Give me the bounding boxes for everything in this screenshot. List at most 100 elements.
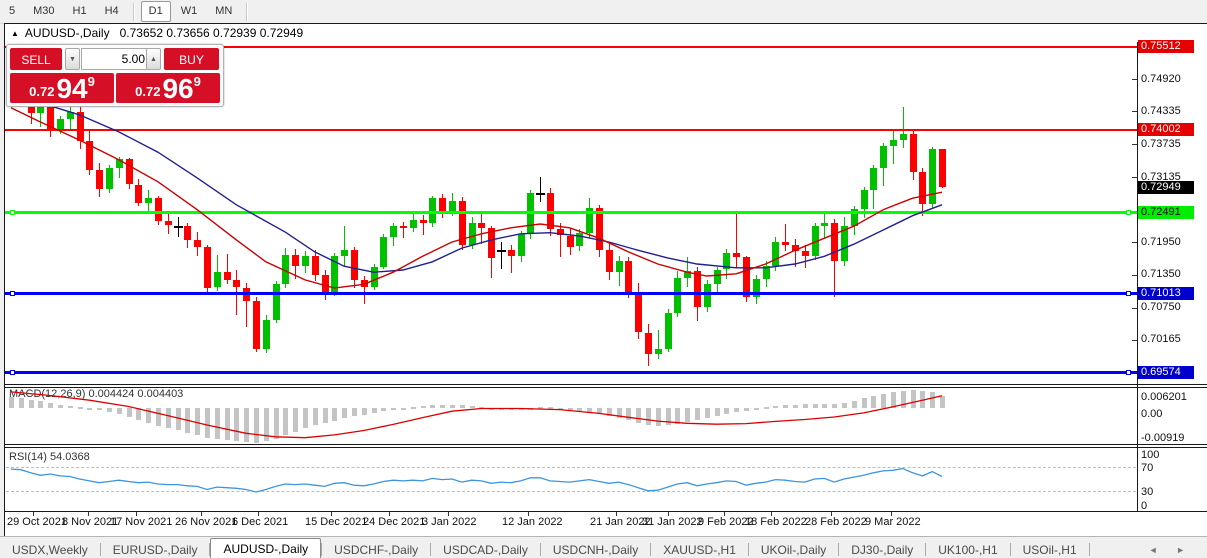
chart-tab-ukoil-daily[interactable]: UKOil-,Daily [749,542,838,558]
chart-tab-usdcad-daily[interactable]: USDCAD-,Daily [431,542,540,558]
macd-histogram-bar [274,408,279,439]
chart-tab-uk100-h1[interactable]: UK100-,H1 [926,542,1009,558]
line-handle[interactable] [10,210,15,215]
timeframe-button-5[interactable]: 5 [1,1,23,22]
macd-axis-label: -0.00919 [1141,432,1184,444]
chart-tab-eurusd-daily[interactable]: EURUSD-,Daily [101,542,210,558]
tab-separator [1089,543,1090,556]
line-handle[interactable] [1126,210,1131,215]
macd-histogram-bar [489,408,494,410]
candle-body [233,280,240,287]
chart-tab-audusd-daily[interactable]: AUDUSD-,Daily [210,538,321,558]
macd-axis-label: 0.006201 [1141,391,1187,403]
buy-price-pipette: 9 [194,74,201,89]
pane-separator[interactable] [4,384,1207,385]
chart-tab-xauusd-h1[interactable]: XAUUSD-,H1 [651,542,748,558]
chart-tab-usdx-weekly[interactable]: USDX,Weekly [0,542,100,558]
candle-body [67,112,74,119]
candle-wick [785,224,786,251]
volume-input[interactable] [81,48,151,70]
tab-scroll-arrows[interactable]: ◄ ► [1149,545,1193,555]
date-axis-label: 15 Dec 2021 [305,516,367,528]
date-axis-label: 6 Dec 2021 [232,516,288,528]
date-axis-tick [33,512,34,516]
chart-tab-usoil-h1[interactable]: USOil-,H1 [1011,542,1089,558]
timeframe-button-m30[interactable]: M30 [25,1,62,22]
pane-separator[interactable] [4,444,1207,445]
chart-tab-usdcnh-daily[interactable]: USDCNH-,Daily [541,542,650,558]
price-axis-tick [1132,275,1137,276]
macd-histogram-bar [587,408,592,412]
macd-histogram-bar [117,408,122,415]
candle-wick [423,215,424,235]
horizontal-level-line[interactable] [5,129,1137,131]
candle-wick [795,239,796,266]
buy-price-display[interactable]: 0.72 96 9 [116,73,220,103]
horizontal-level-line[interactable] [5,292,1137,295]
timeframe-button-w1[interactable]: W1 [173,1,206,22]
pane-separator[interactable] [4,387,1207,388]
timeframe-button-h1[interactable]: H1 [65,1,95,22]
date-axis-tick [724,512,725,516]
candle-body [410,220,417,228]
buy-button[interactable]: BUY [164,48,219,70]
candle-body [263,320,270,349]
macd-histogram-bar [205,408,210,438]
sell-price-display[interactable]: 0.72 94 9 [10,73,114,103]
candle-wick [540,177,541,202]
price-axis-tick [1132,144,1137,145]
candle-body [763,266,770,279]
macd-histogram-bar [234,408,239,441]
sell-button[interactable]: SELL [10,48,62,70]
macd-histogram-bar [136,408,141,420]
price-level-badge: 0.72491 [1138,206,1194,219]
line-handle[interactable] [1126,370,1131,375]
candle-body [792,245,799,251]
macd-histogram-bar [577,408,582,411]
sell-price-big-digits: 94 [56,76,87,102]
candle-body [106,168,113,189]
candle-wick [893,131,894,164]
buy-price-prefix: 0.72 [135,84,160,99]
candle-body [576,233,583,247]
macd-histogram-bar [362,408,367,415]
chart-tab-dj30-daily[interactable]: DJ30-,Daily [839,542,925,558]
date-axis-tick [616,512,617,516]
buy-price-big-digits: 96 [162,76,193,102]
price-axis-tick [1132,242,1137,243]
price-axis-label: 0.74335 [1141,105,1181,117]
chart-tab-usdchf-daily[interactable]: USDCHF-,Daily [322,542,430,558]
volume-increase-button[interactable]: ▲ [146,48,161,70]
macd-histogram-bar [568,408,573,410]
macd-histogram-bar [901,391,906,408]
candle-body [714,270,721,285]
candle-body [821,223,828,226]
macd-histogram-bar [156,408,161,426]
timeframe-button-mn[interactable]: MN [207,1,240,22]
macd-histogram-bar [862,398,867,408]
pane-separator[interactable] [4,447,1207,448]
line-handle[interactable] [1126,291,1131,296]
macd-histogram-bar [303,408,308,428]
line-handle[interactable] [10,291,15,296]
horizontal-level-line[interactable] [5,371,1137,374]
candle-body [86,141,93,170]
candle-body [478,223,485,229]
candle-body [322,275,329,293]
candle-wick [560,223,561,257]
rsi-level-line [6,491,1136,492]
timeframe-button-d1[interactable]: D1 [141,1,171,22]
candle-body [772,242,779,266]
timeframe-button-h4[interactable]: H4 [97,1,127,22]
price-axis-tick [1132,111,1137,112]
candle-wick [805,245,806,268]
horizontal-level-line[interactable] [5,211,1137,214]
candle-body [341,250,348,256]
candle-body [469,223,476,245]
macd-histogram-bar [773,406,778,408]
macd-histogram-bar [783,405,788,408]
macd-histogram-bar [548,407,553,409]
volume-decrease-button[interactable]: ▼ [65,48,80,70]
collapse-panel-icon[interactable]: ▲ [11,29,19,38]
line-handle[interactable] [10,370,15,375]
